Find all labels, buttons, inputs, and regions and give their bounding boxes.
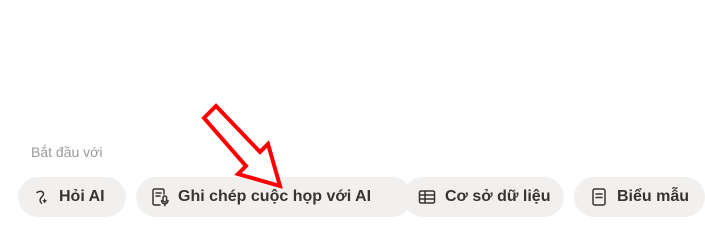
database-chip[interactable]: Cơ sở dữ liệu bbox=[403, 177, 564, 217]
ask-ai-chip[interactable]: Hỏi AI bbox=[18, 177, 126, 217]
ai-meeting-notes-chip[interactable]: Ghi chép cuộc họp với AI bbox=[136, 177, 412, 217]
table-icon bbox=[417, 187, 437, 207]
meeting-notes-icon bbox=[150, 187, 170, 207]
form-chip[interactable]: Biểu mẫu bbox=[574, 177, 705, 217]
ask-ai-label: Hỏi AI bbox=[59, 188, 105, 205]
form-icon bbox=[589, 187, 609, 207]
ai-meeting-notes-label: Ghi chép cuộc họp với AI bbox=[178, 188, 372, 205]
ai-sparkle-icon bbox=[31, 187, 51, 207]
database-label: Cơ sở dữ liệu bbox=[445, 188, 551, 205]
start-with-label: Bắt đầu với bbox=[31, 144, 103, 160]
form-label: Biểu mẫu bbox=[617, 188, 690, 205]
